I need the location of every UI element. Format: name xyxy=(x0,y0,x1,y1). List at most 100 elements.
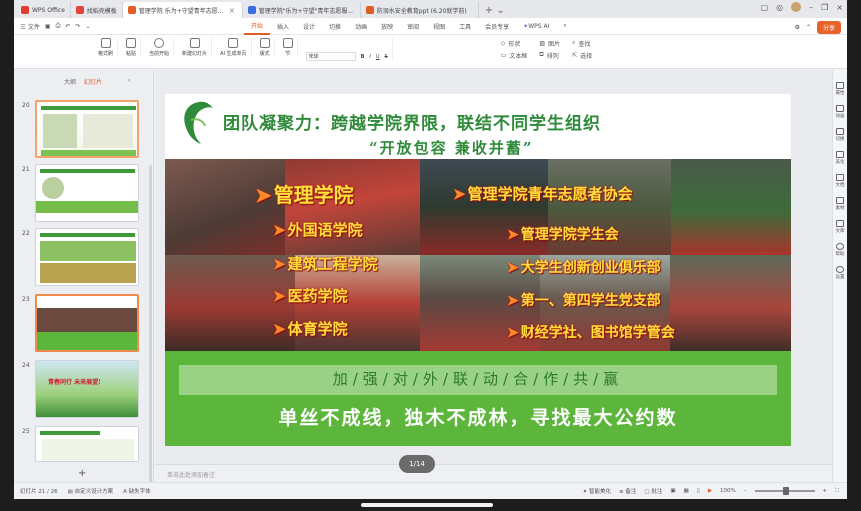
slide-number: 20 xyxy=(22,102,30,109)
ai-single-page-button[interactable]: AI 生成单页 xyxy=(216,38,252,57)
underline-button[interactable]: U xyxy=(376,54,380,60)
thumb-title-bar xyxy=(41,106,136,110)
tab-current-ppt[interactable]: 管理学院 乐为+守望青年志愿... × xyxy=(122,2,243,18)
document-button[interactable]: 文档 xyxy=(836,174,845,188)
new-slide-button[interactable]: 新建幻灯片 xyxy=(178,38,213,57)
menu-member[interactable]: 会员专享 xyxy=(478,18,516,35)
strike-button[interactable]: S xyxy=(385,54,388,60)
print-icon[interactable]: ⎙ xyxy=(56,22,61,30)
org-label: ➤ 管理学院青年志愿者协会 xyxy=(453,183,633,204)
play-current-button[interactable]: 当前开始 xyxy=(145,38,175,57)
minimize-icon[interactable]: – xyxy=(809,3,813,12)
home-indicator[interactable] xyxy=(361,503,493,507)
library-button[interactable]: 文库 xyxy=(836,220,845,234)
close-tab-icon[interactable]: × xyxy=(228,6,235,15)
menu-review[interactable]: 审阅 xyxy=(400,18,426,35)
current-slide[interactable]: 团队凝聚力：跨越学院界限，联结不同学生组织 “开放包容 兼收并蓄” ➤ 管理学院 … xyxy=(165,94,791,446)
tab-slides[interactable]: 幻灯片 xyxy=(84,77,102,86)
save-icon[interactable]: ▣ xyxy=(45,23,51,30)
bold-button[interactable]: B xyxy=(361,54,365,60)
arrange-button[interactable]: ⧉ 排列 xyxy=(539,50,558,60)
fit-window-icon[interactable]: ⛶ xyxy=(835,488,839,495)
undo-icon[interactable]: ↶ xyxy=(65,23,70,30)
paste-button[interactable]: 粘贴 xyxy=(122,38,142,57)
collapse-panel-icon[interactable]: ‹ xyxy=(128,77,130,86)
select-button[interactable]: ⇱ 选择 xyxy=(572,50,592,60)
file-menu[interactable]: 三 文件 xyxy=(20,22,40,31)
find-button[interactable]: ⌕ 查找 xyxy=(572,38,590,48)
arrow-icon: ➤ xyxy=(453,185,466,203)
menu-slideshow[interactable]: 放映 xyxy=(374,18,400,35)
animation-button[interactable]: 动画 xyxy=(836,105,845,119)
slide-thumb-23[interactable] xyxy=(35,294,139,352)
expand-icon[interactable]: ⌃ xyxy=(806,24,811,31)
menu-view[interactable]: 视图 xyxy=(426,18,452,35)
tab-wps-office[interactable]: WPS Office xyxy=(16,2,71,18)
ribbon-label: 粘贴 xyxy=(126,51,137,57)
slide-thumb-20[interactable] xyxy=(35,100,139,158)
tab-outline[interactable]: 大纲 xyxy=(64,77,76,86)
menu-design[interactable]: 设计 xyxy=(296,18,322,35)
transition-button[interactable]: 切换 xyxy=(836,128,845,142)
help-button[interactable]: 帮助 xyxy=(836,243,845,257)
shape-button[interactable]: ◇ 形状 xyxy=(501,38,521,48)
smart-beautify-button[interactable]: ✦ 智能美化 xyxy=(583,487,611,495)
settings-icon[interactable]: ⚙ xyxy=(795,24,800,31)
menu-wps-ai[interactable]: ✦ WPS AI xyxy=(516,18,556,35)
italic-button[interactable]: I xyxy=(369,54,370,60)
tab-docer[interactable]: 找稻壳模板 xyxy=(71,2,123,18)
properties-icon xyxy=(836,82,844,89)
avatar[interactable] xyxy=(791,2,802,12)
skin-icon[interactable]: ◎ xyxy=(776,3,783,12)
material-button[interactable]: 素材 xyxy=(836,197,845,211)
properties-button[interactable]: 属性 xyxy=(836,82,845,96)
thumb-photos xyxy=(37,308,137,332)
menu-transition[interactable]: 切换 xyxy=(322,18,348,35)
notes-toggle[interactable]: ≡ 备注 xyxy=(619,487,636,495)
slide-thumb-24[interactable]: 青春同行 未来展望! xyxy=(35,360,139,418)
more-icon[interactable]: ⌄ xyxy=(85,23,90,30)
layout-icon[interactable]: ▢ xyxy=(761,3,769,12)
ribbon-label: 形状 xyxy=(508,40,521,48)
tab-label: WPS Office xyxy=(32,6,65,14)
notes-field[interactable]: 单击此处添加备注 xyxy=(155,464,832,482)
redo-icon[interactable]: ↷ xyxy=(75,23,80,30)
slide-thumb-25[interactable] xyxy=(35,426,139,462)
missing-font-button[interactable]: A 缺失字体 xyxy=(123,487,151,495)
settings-button[interactable]: 设置 xyxy=(836,266,845,280)
layout-button[interactable]: 版式 xyxy=(256,38,275,57)
add-slide-button[interactable]: + xyxy=(78,468,86,479)
slide-thumb-21[interactable] xyxy=(35,164,139,222)
textbox-button[interactable]: ▭ 文本框 xyxy=(501,50,528,60)
reading-view-icon[interactable]: ▯ xyxy=(697,488,700,494)
format-painter-button[interactable]: 格式刷 xyxy=(94,38,119,57)
comments-toggle[interactable]: ▢ 批注 xyxy=(644,487,662,495)
section-button[interactable]: 节 xyxy=(279,38,298,57)
beautify-button[interactable]: 美化 xyxy=(836,151,845,165)
thumb-photo xyxy=(42,177,64,199)
new-tab-button[interactable]: + ⌄ xyxy=(479,2,511,18)
theme-button[interactable]: ▤ 自定义设计方案 xyxy=(68,487,113,495)
menu-home[interactable]: 开始 xyxy=(244,18,271,35)
zoom-in-icon[interactable]: + xyxy=(823,488,828,494)
restore-icon[interactable]: ❐ xyxy=(821,3,828,12)
normal-view-icon[interactable]: ▣ xyxy=(670,488,675,494)
org-label-text: 医药学院 xyxy=(287,287,348,305)
search-icon[interactable]: ⌕ xyxy=(556,18,573,35)
font-name[interactable]: 宋体 xyxy=(305,52,356,61)
menu-tools[interactable]: 工具 xyxy=(452,18,478,35)
tab-ppt-2[interactable]: 防溺水安全教育ppt (6.20就学前) xyxy=(361,2,479,18)
zoom-slider[interactable] xyxy=(754,487,815,495)
tab-doc[interactable]: 管理学院"乐为+守望"青年志愿服... xyxy=(243,2,361,18)
play-slideshow-icon[interactable]: ▶ xyxy=(708,488,712,494)
transition-icon xyxy=(836,128,844,135)
menu-insert[interactable]: 插入 xyxy=(270,18,296,35)
menu-animation[interactable]: 动画 xyxy=(348,18,374,35)
panel-scrollbar[interactable] xyxy=(149,165,152,495)
picture-button[interactable]: ▨ 图片 xyxy=(539,38,560,48)
slide-thumb-22[interactable] xyxy=(35,228,139,286)
sorter-view-icon[interactable]: ▦ xyxy=(684,488,689,494)
close-window-icon[interactable]: × xyxy=(836,3,843,12)
zoom-out-icon[interactable]: – xyxy=(744,488,747,494)
share-button[interactable]: 分享 xyxy=(816,21,841,34)
